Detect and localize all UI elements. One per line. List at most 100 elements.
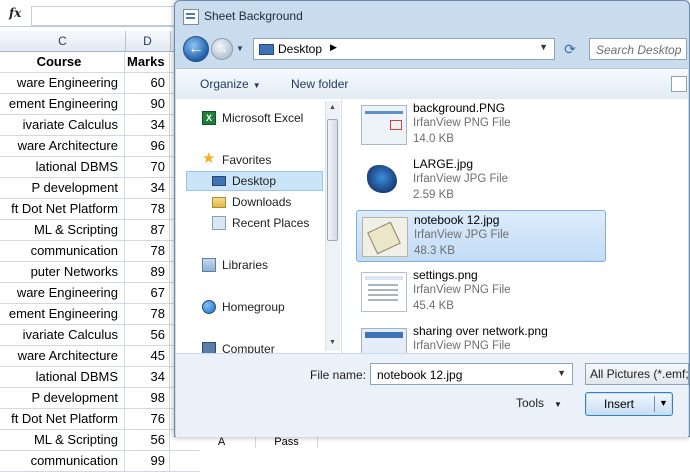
course-cell[interactable]: communication (0, 241, 125, 261)
course-cell[interactable]: communication (0, 451, 125, 471)
course-cell[interactable]: lational DBMS (0, 367, 125, 387)
course-cell[interactable]: ement Engineering (0, 94, 125, 114)
table-row: puter Networks 89 (0, 262, 200, 283)
marks-cell[interactable]: 56 (125, 325, 170, 345)
search-input[interactable] (594, 41, 688, 59)
course-cell[interactable]: ivariate Calculus (0, 115, 125, 135)
file-type-filter[interactable]: All Pictures (*.emf; (585, 363, 689, 385)
chevron-down-icon: ▼ (554, 400, 562, 409)
nav-scrollbar[interactable]: ▲ ▼ (325, 101, 340, 351)
file-item-background-png[interactable]: background.PNG IrfanView PNG File 14.0 K… (356, 99, 606, 151)
search-box[interactable] (589, 38, 688, 60)
nav-item-homegroup[interactable]: Homegroup (202, 297, 322, 317)
file-item-large-jpg[interactable]: LARGE.jpg IrfanView JPG File 2.59 KB (356, 155, 606, 207)
marks-cell[interactable]: 90 (125, 94, 170, 114)
scroll-up-icon[interactable]: ▲ (329, 104, 336, 111)
file-type: IrfanView JPG File (413, 173, 509, 185)
chevron-down-icon[interactable]: ▼ (539, 42, 548, 52)
nav-item-desktop[interactable]: Desktop (212, 171, 322, 191)
marks-cell[interactable]: 76 (125, 409, 170, 429)
chevron-down-icon[interactable]: ▼ (659, 398, 668, 408)
marks-cell[interactable]: 56 (125, 430, 170, 450)
organize-button[interactable]: Organize ▼ (200, 77, 261, 91)
course-cell[interactable]: ware Architecture (0, 136, 125, 156)
marks-cell[interactable]: 60 (125, 73, 170, 93)
refresh-button[interactable]: ⟳ (559, 38, 581, 60)
marks-cell[interactable]: 98 (125, 388, 170, 408)
nav-item-recent-places[interactable]: Recent Places (212, 213, 322, 233)
grade-cell[interactable]: A (188, 437, 256, 448)
address-bar[interactable]: Desktop ▶ ▼ (253, 38, 555, 60)
status-cell[interactable]: Pass (256, 437, 318, 448)
course-cell[interactable]: ivariate Calculus (0, 325, 125, 345)
sheet-icon (183, 9, 199, 25)
file-item-settings-png[interactable]: settings.png IrfanView PNG File 45.4 KB (356, 266, 606, 318)
marks-cell[interactable]: 45 (125, 346, 170, 366)
computer-icon (202, 342, 216, 353)
nav-item-computer[interactable]: Computer (202, 339, 322, 353)
file-name: notebook 12.jpg (414, 213, 500, 227)
course-cell[interactable]: P development (0, 388, 125, 408)
back-button[interactable]: ← (183, 36, 209, 62)
formula-input[interactable] (31, 6, 193, 26)
course-cell[interactable]: ware Architecture (0, 346, 125, 366)
marks-cell[interactable]: 34 (125, 367, 170, 387)
forward-button[interactable]: → (211, 38, 233, 60)
file-item-sharing-over-network-png[interactable]: sharing over network.png IrfanView PNG F… (356, 322, 606, 353)
marks-cell[interactable]: 78 (125, 241, 170, 261)
marks-cell[interactable]: 70 (125, 157, 170, 177)
nav-item-libraries[interactable]: Libraries (202, 255, 322, 275)
chevron-right-icon[interactable]: ▶ (330, 42, 337, 53)
desktop-icon (212, 176, 226, 186)
marks-cell[interactable]: 34 (125, 178, 170, 198)
nav-item-microsoft-excel[interactable]: X Microsoft Excel (202, 108, 322, 128)
table-row: ware Engineering 67 (0, 283, 200, 304)
sheet-grid: Course Marks ware Engineering 60 ement En… (0, 52, 200, 472)
nav-item-favorites[interactable]: ★ Favorites (202, 150, 322, 170)
marks-cell[interactable]: 87 (125, 220, 170, 240)
desktop-icon (259, 44, 274, 55)
organize-label: Organize (200, 77, 249, 91)
course-cell[interactable]: ware Engineering (0, 283, 125, 303)
title-bar[interactable]: Sheet Background (175, 1, 689, 32)
course-cell[interactable]: puter Networks (0, 262, 125, 282)
marks-cell[interactable]: 34 (125, 115, 170, 135)
marks-cell[interactable]: 78 (125, 304, 170, 324)
nav-item-label: Homegroup (222, 300, 285, 314)
column-header-d[interactable]: D (125, 31, 171, 51)
scroll-thumb[interactable] (327, 119, 338, 241)
header-cell-course[interactable]: Course (0, 52, 125, 72)
course-cell[interactable]: ft Dot Net Platform (0, 409, 125, 429)
course-cell[interactable]: P development (0, 178, 125, 198)
marks-cell[interactable]: 67 (125, 283, 170, 303)
course-cell[interactable]: ML & Scripting (0, 220, 125, 240)
views-icon[interactable] (671, 76, 687, 92)
column-header-c[interactable]: C (0, 31, 126, 51)
tools-button[interactable]: Tools ▼ (516, 396, 562, 410)
marks-cell[interactable]: 89 (125, 262, 170, 282)
file-item-notebook-12-jpg[interactable]: notebook 12.jpg IrfanView JPG File 48.3 … (356, 210, 606, 262)
marks-cell[interactable]: 96 (125, 136, 170, 156)
nav-item-label: Recent Places (232, 216, 310, 230)
course-cell[interactable]: ement Engineering (0, 304, 125, 324)
course-cell[interactable]: ML & Scripting (0, 430, 125, 450)
scroll-down-icon[interactable]: ▼ (329, 339, 336, 346)
file-name-input[interactable] (375, 366, 549, 384)
new-folder-button[interactable]: New folder (291, 77, 348, 91)
marks-cell[interactable]: 78 (125, 199, 170, 219)
file-name: settings.png (413, 268, 478, 282)
command-bar: Organize ▼ New folder (176, 68, 688, 100)
insert-button[interactable]: Insert ▼ (585, 392, 673, 416)
course-cell[interactable]: ft Dot Net Platform (0, 199, 125, 219)
course-cell[interactable]: lational DBMS (0, 157, 125, 177)
nav-item-downloads[interactable]: Downloads (212, 192, 322, 212)
chevron-down-icon[interactable]: ▼ (557, 368, 566, 378)
file-name-combobox[interactable]: ▼ (370, 363, 573, 385)
course-cell[interactable]: ware Engineering (0, 73, 125, 93)
table-row: ivariate Calculus 34 (0, 115, 200, 136)
fx-label[interactable]: fx (9, 6, 21, 20)
address-location[interactable]: Desktop (278, 42, 322, 56)
marks-cell[interactable]: 99 (125, 451, 170, 471)
recent-pages-dropdown-icon[interactable]: ▼ (236, 44, 244, 53)
header-cell-marks[interactable]: Marks (125, 52, 170, 72)
